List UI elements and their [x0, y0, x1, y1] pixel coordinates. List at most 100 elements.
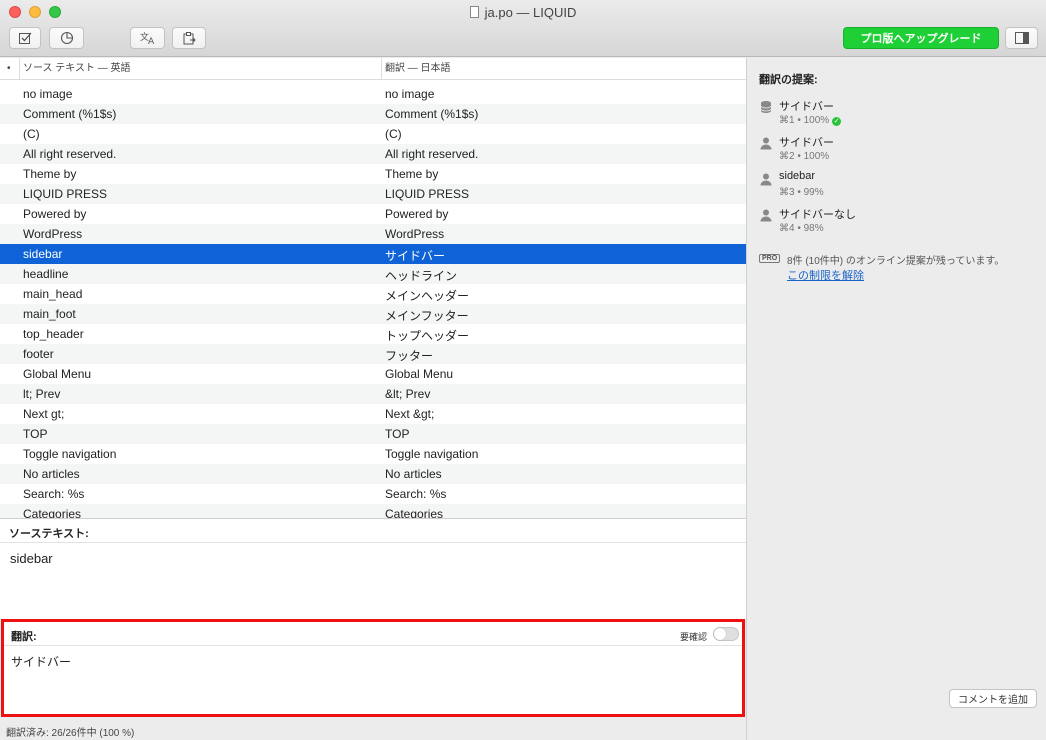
table-row[interactable]: Categories Categories — [0, 504, 746, 518]
source-cell: sidebar — [23, 247, 63, 261]
source-column-header[interactable]: ソース テキスト — 英語 — [19, 58, 131, 80]
source-cell: TOP — [23, 427, 48, 441]
table-row[interactable]: Search: %s Search: %s — [0, 484, 746, 504]
string-list: • ソース テキスト — 英語 翻訳 — 日本語 no image no imag… — [0, 58, 746, 518]
suggestion-meta: ⌘4 • 98% — [779, 223, 824, 234]
table-row[interactable]: no image no image — [0, 84, 746, 104]
source-cell: lt; Prev — [23, 387, 61, 401]
source-cell: Next gt; — [23, 407, 65, 421]
source-cell: Comment (%1$s) — [23, 107, 117, 121]
statistics-button[interactable] — [49, 27, 84, 49]
table-row[interactable]: WordPress WordPress — [0, 224, 746, 244]
translation-cell: Global Menu — [385, 367, 454, 381]
suggestion-item[interactable]: sidebar ⌘3 • 99% — [759, 170, 1039, 204]
translation-textarea[interactable]: サイドバー — [11, 653, 71, 670]
source-cell: Global Menu — [23, 367, 92, 381]
table-row[interactable]: top_header トップヘッダー — [0, 324, 746, 344]
suggestion-item[interactable]: サイドバーなし ⌘4 • 98% — [759, 206, 1039, 240]
source-cell: All right reserved. — [23, 147, 117, 161]
table-row[interactable]: Global Menu Global Menu — [0, 364, 746, 384]
table-row[interactable]: Powered by Powered by — [0, 204, 746, 224]
suggestion-item[interactable]: サイドバー ⌘1 • 100% ✓ — [759, 98, 1039, 132]
source-cell: main_head — [23, 287, 83, 301]
translation-cell: メインフッター — [385, 309, 469, 323]
suggestion-item[interactable]: サイドバー ⌘2 • 100% — [759, 134, 1039, 168]
title-bar: ja.po — LIQUID 文A プロ版へアップグレード — [0, 0, 1046, 57]
list-header: • ソース テキスト — 英語 翻訳 — 日本語 — [0, 58, 746, 80]
source-cell: top_header — [23, 327, 84, 341]
translation-cell: フッター — [385, 349, 434, 363]
translation-cell: Categories — [385, 507, 444, 518]
translation-cell: Toggle navigation — [385, 447, 479, 461]
table-row[interactable]: sidebar サイドバー — [0, 244, 746, 264]
table-row[interactable]: Toggle navigation Toggle navigation — [0, 444, 746, 464]
translation-label: 翻訳: — [11, 631, 37, 643]
source-cell: Categories — [23, 507, 82, 518]
person-icon — [760, 173, 772, 186]
source-cell: WordPress — [23, 227, 83, 241]
clipboard-button[interactable] — [172, 27, 206, 49]
translation-cell: Powered by — [385, 207, 449, 221]
toggle-sidebar-button[interactable] — [1005, 27, 1038, 49]
validate-button[interactable] — [9, 27, 41, 49]
source-cell: (C) — [23, 127, 40, 141]
suggestion-meta: ⌘1 • 100% ✓ — [779, 115, 842, 126]
translation-cell: (C) — [385, 127, 402, 141]
online-suggestions-note: 8件 (10件中) のオンライン提案が残っています。 — [787, 256, 1005, 267]
list-rows: no image no image Comment (%1$s) Comment (%… — [0, 84, 746, 518]
upgrade-button[interactable]: プロ版へアップグレード — [843, 27, 999, 49]
translation-cell: ヘッドライン — [385, 269, 458, 283]
table-row[interactable]: main_foot メインフッター — [0, 304, 746, 324]
database-icon — [760, 101, 772, 113]
translate-icon: 文A — [140, 31, 155, 45]
translate-button[interactable]: 文A — [130, 27, 165, 49]
suggestions-title: 翻訳の提案: — [759, 74, 818, 86]
divider — [4, 645, 742, 646]
table-row[interactable]: (C) (C) — [0, 124, 746, 144]
add-comment-button[interactable]: コメントを追加 — [949, 689, 1037, 708]
person-icon — [760, 137, 772, 150]
checkbox-icon — [19, 32, 32, 44]
clipboard-icon — [183, 32, 196, 45]
table-row[interactable]: LIQUID PRESS LIQUID PRESS — [0, 184, 746, 204]
translation-cell: LIQUID PRESS — [385, 187, 470, 201]
table-row[interactable]: lt; Prev &lt; Prev — [0, 384, 746, 404]
table-row[interactable]: Next gt; Next &gt; — [0, 404, 746, 424]
table-row[interactable]: footer フッター — [0, 344, 746, 364]
needs-review-label: 要確認 — [679, 632, 707, 642]
translation-cell: no image — [385, 87, 435, 101]
table-row[interactable]: main_head メインヘッダー — [0, 284, 746, 304]
unlock-limit-link[interactable]: この制限を解除 — [787, 267, 864, 283]
source-cell: headline — [23, 267, 69, 281]
source-cell: footer — [23, 347, 54, 361]
table-row[interactable]: All right reserved. All right reserved. — [0, 144, 746, 164]
translation-cell: Theme by — [385, 167, 439, 181]
suggestion-text: sidebar — [779, 170, 816, 182]
source-cell: no image — [23, 87, 73, 101]
divider — [0, 542, 746, 543]
translation-cell: トップヘッダー — [385, 329, 470, 343]
needs-review-toggle[interactable] — [713, 627, 739, 641]
status-column-header[interactable]: • — [7, 63, 11, 74]
translation-cell: WordPress — [385, 227, 445, 241]
translation-cell: TOP — [385, 427, 410, 441]
table-row[interactable]: headline ヘッドライン — [0, 264, 746, 284]
table-row[interactable]: No articles No articles — [0, 464, 746, 484]
translation-cell: No articles — [385, 467, 442, 481]
translation-cell: Comment (%1$s) — [385, 107, 479, 121]
translation-cell: Next &gt; — [385, 407, 435, 421]
translation-column-header[interactable]: 翻訳 — 日本語 — [381, 58, 451, 80]
suggestion-text: サイドバー — [779, 137, 834, 149]
table-row[interactable]: Comment (%1$s) Comment (%1$s) — [0, 104, 746, 124]
source-cell: Theme by — [23, 167, 77, 181]
table-row[interactable]: TOP TOP — [0, 424, 746, 444]
source-cell: LIQUID PRESS — [23, 187, 108, 201]
source-cell: main_foot — [23, 307, 76, 321]
table-row[interactable]: Theme by Theme by — [0, 164, 746, 184]
pie-chart-icon — [60, 31, 73, 45]
translation-cell: サイドバー — [385, 249, 446, 263]
source-cell: No articles — [23, 467, 80, 481]
person-icon — [760, 209, 772, 222]
pro-badge: PRO — [759, 254, 781, 263]
check-icon: ✓ — [832, 117, 842, 126]
